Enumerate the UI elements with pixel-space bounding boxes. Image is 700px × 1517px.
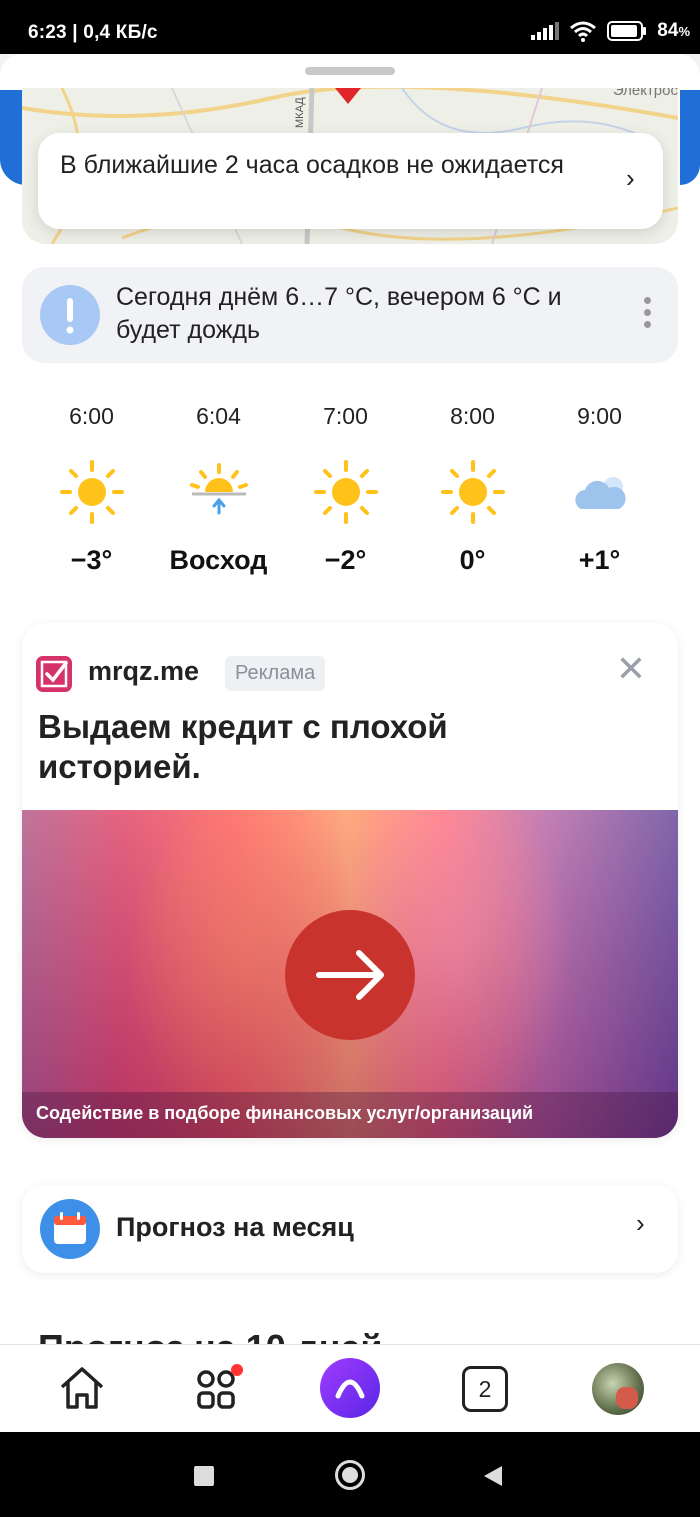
location-pin-icon <box>335 88 361 104</box>
system-navigation-bar <box>0 1432 700 1517</box>
hourly-value: 0° <box>459 545 486 575</box>
chevron-right-icon: › <box>636 1208 645 1238</box>
bottom-navigation: 2 <box>0 1344 700 1433</box>
hourly-value: −2° <box>324 545 367 575</box>
tabs-button[interactable]: 2 <box>462 1366 508 1412</box>
home-circle-icon[interactable] <box>335 1460 365 1490</box>
hourly-item[interactable]: 9:00 +1° <box>536 403 663 576</box>
chevron-right-icon: › <box>626 163 635 193</box>
hourly-item[interactable]: 8:00 0° <box>409 403 536 576</box>
ad-caption: Содействие в подборе финансовых услуг/ор… <box>36 1103 534 1123</box>
alert-text: Сегодня днём 6…7 °C, вечером 6 °C и буде… <box>116 283 562 344</box>
hourly-time: 6:04 <box>196 403 241 429</box>
map-road-label: МКАД <box>294 97 306 128</box>
home-icon[interactable] <box>57 1365 107 1411</box>
sheet-drag-handle[interactable] <box>305 67 395 75</box>
status-bar: 6:23 | 0,4 КБ/с 84% <box>0 0 700 54</box>
ad-card[interactable]: mrqz.me Реклама ✕ Выдаем кредит с плохой… <box>22 623 678 1138</box>
sun-icon <box>409 457 536 527</box>
hourly-value: Восход <box>169 545 268 575</box>
nowcast-text: В ближайшие 2 часа осадков не ожидается <box>60 151 564 179</box>
close-icon[interactable]: ✕ <box>616 651 646 687</box>
ad-image[interactable]: Содействие в подборе финансовых услуг/ор… <box>22 810 678 1138</box>
cloud-icon <box>536 457 663 527</box>
alice-icon <box>335 1379 365 1399</box>
nowcast-card[interactable]: В ближайшие 2 часа осадков не ожидается … <box>38 133 663 229</box>
avatar[interactable] <box>592 1363 644 1415</box>
weather-alert-card[interactable]: Сегодня днём 6…7 °C, вечером 6 °C и буде… <box>22 267 678 363</box>
ad-caption-bar: Содействие в подборе финансовых услуг/ор… <box>22 1092 678 1138</box>
tabs-count: 2 <box>478 1376 492 1402</box>
hourly-time: 6:00 <box>69 403 114 429</box>
month-forecast-label: Прогноз на месяц <box>116 1212 354 1242</box>
more-options-icon[interactable] <box>644 297 651 333</box>
recent-apps-icon[interactable] <box>194 1466 214 1486</box>
alice-assistant-button[interactable] <box>320 1358 380 1418</box>
battery-level: 84% <box>657 20 690 41</box>
battery-icon <box>607 21 647 41</box>
checkmark-logo-icon <box>36 656 72 692</box>
ad-badge: Реклама <box>225 656 326 691</box>
status-time: 6:23 | 0,4 КБ/с <box>28 22 158 43</box>
hourly-value: −3° <box>70 545 113 575</box>
ad-site[interactable]: mrqz.me <box>88 656 199 687</box>
hourly-item[interactable]: 7:00 −2° <box>282 403 409 576</box>
ten-day-forecast-heading: Прогноз на 10 дней <box>38 1328 383 1344</box>
map-side-decoration <box>680 90 700 185</box>
month-forecast-card[interactable]: Прогноз на месяц › <box>22 1185 678 1273</box>
hourly-time: 7:00 <box>323 403 368 429</box>
ad-headline[interactable]: Выдаем кредит с плохой историей. <box>38 707 598 787</box>
hourly-item[interactable]: 6:04 Восход <box>155 403 282 576</box>
arrow-right-icon[interactable] <box>285 910 415 1040</box>
map-place-label: Электрос <box>612 88 678 99</box>
sun-icon <box>28 457 155 527</box>
sun-icon <box>282 457 409 527</box>
status-icons: 84% <box>531 20 690 42</box>
hourly-time: 8:00 <box>450 403 495 429</box>
signal-icon <box>531 22 560 40</box>
back-icon[interactable] <box>482 1464 504 1488</box>
calendar-icon <box>40 1199 100 1259</box>
hourly-time: 9:00 <box>577 403 622 429</box>
services-grid-icon[interactable] <box>192 1363 244 1415</box>
hourly-value: +1° <box>578 545 621 575</box>
sunrise-icon <box>155 457 282 527</box>
wifi-icon <box>570 21 597 42</box>
hourly-item[interactable]: 6:00 −3° <box>28 403 155 576</box>
exclamation-icon <box>40 285 100 345</box>
hourly-forecast[interactable]: 6:00 −3° 6:04 Восход 7:00 −2° 8:00 0° 9:… <box>28 403 700 593</box>
